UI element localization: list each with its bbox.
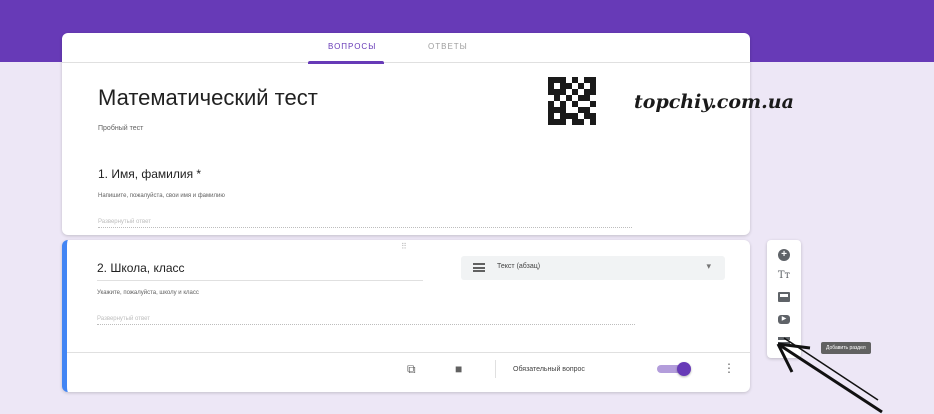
qr-code-icon xyxy=(548,77,596,125)
paragraph-icon xyxy=(473,263,485,272)
question-1-answer-field: Развернутый ответ xyxy=(98,219,632,228)
toggle-knob xyxy=(677,362,691,376)
copy-icon[interactable]: ⧉ xyxy=(407,362,416,377)
question-1-title[interactable]: 1. Имя, фамилия * xyxy=(98,167,201,181)
required-toggle[interactable] xyxy=(657,362,691,376)
add-title-icon[interactable]: Tт xyxy=(776,268,792,282)
delete-icon[interactable]: ■ xyxy=(455,362,462,376)
question-2-description[interactable]: Укажите, пожалуйста, школу и класс xyxy=(97,290,199,296)
active-tab-indicator xyxy=(308,61,384,64)
question-1-description: Напишите, пожалуйста, свои имя и фамилию xyxy=(98,193,225,199)
pointer-arrow-icon xyxy=(776,337,883,414)
add-image-icon[interactable] xyxy=(776,290,792,304)
add-question-icon[interactable]: + xyxy=(776,248,792,262)
tabs-bar: вопросы ответы xyxy=(62,33,750,64)
required-label: Обязательный вопрос xyxy=(513,366,585,373)
footer-separator xyxy=(495,360,496,378)
question-2-answer-field: Развернутый ответ xyxy=(97,316,635,325)
watermark: topchiy.com.ua xyxy=(634,91,794,113)
drag-handle-icon[interactable]: ⠿ xyxy=(401,242,408,251)
tab-answers[interactable]: ответы xyxy=(428,42,468,51)
add-video-icon[interactable]: ▶ xyxy=(776,312,792,326)
form-title[interactable]: Математический тест xyxy=(98,85,318,111)
question-type-select[interactable]: Текст (абзац) ▾ xyxy=(461,256,725,280)
card-footer-divider xyxy=(67,352,750,353)
question-type-label: Текст (абзац) xyxy=(497,263,541,270)
tab-questions[interactable]: вопросы xyxy=(328,42,376,51)
form-description[interactable]: Пробный тест xyxy=(98,125,143,132)
more-vert-icon[interactable]: ⋮ xyxy=(723,361,735,375)
question-2-title-underline xyxy=(97,280,423,281)
active-question-card[interactable]: ⠿ 2. Школа, класс Текст (абзац) ▾ Укажит… xyxy=(62,240,750,392)
question-2-title[interactable]: 2. Школа, класс xyxy=(97,261,185,275)
form-header-card: вопросы ответы Математический тест Пробн… xyxy=(62,33,750,235)
chevron-down-icon: ▾ xyxy=(706,261,711,271)
